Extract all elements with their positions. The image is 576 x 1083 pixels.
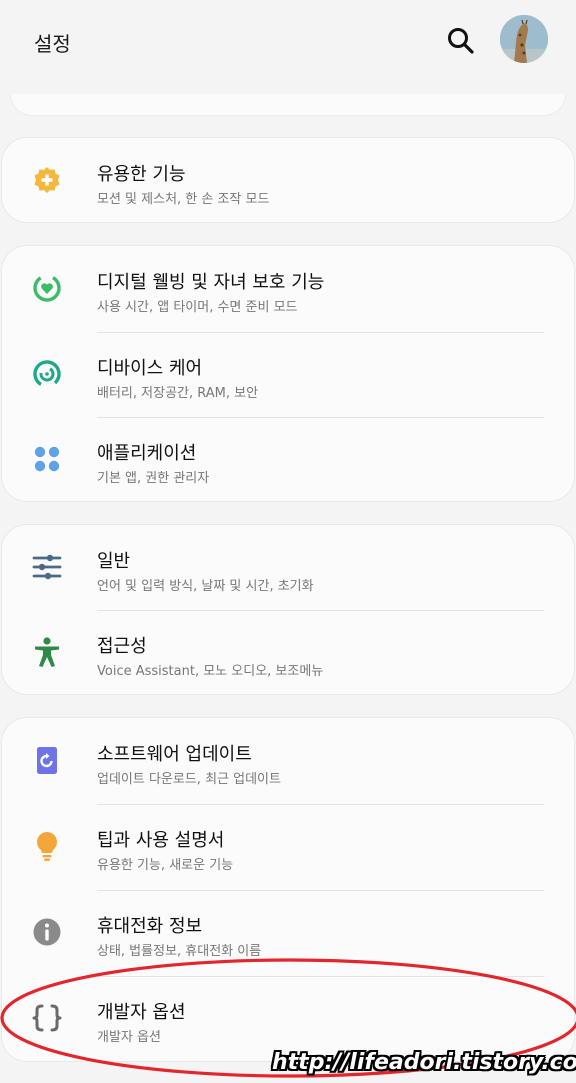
menu-item-title: 휴대전화 정보 bbox=[97, 916, 203, 937]
menu-item-subtitle: 기본 앱, 권한 관리자 bbox=[97, 471, 210, 486]
menu-item-tips-manual[interactable]: 팁과 사용 설명서 유용한 기능, 새로운 기능 bbox=[2, 804, 576, 889]
menu-item-subtitle: 개발자 옵션 bbox=[97, 1030, 161, 1045]
card-useful-features: 유용한 기능 모션 및 제스처, 한 손 조작 모드 bbox=[1, 137, 575, 223]
menu-item-subtitle: 유용한 기능, 새로운 기능 bbox=[97, 858, 234, 873]
accessibility-icon bbox=[35, 637, 59, 667]
device-care-icon bbox=[33, 360, 61, 388]
menu-item-useful-features[interactable]: 유용한 기능 모션 및 제스처, 한 손 조작 모드 bbox=[2, 138, 576, 223]
menu-item-subtitle: 모션 및 제스처, 한 손 조작 모드 bbox=[97, 192, 270, 207]
menu-item-device-care[interactable]: 디바이스 케어 배터리, 저장공간, RAM, 보안 bbox=[2, 332, 576, 417]
apps-grid-icon bbox=[34, 446, 60, 472]
menu-item-applications[interactable]: 애플리케이션 기본 앱, 권한 관리자 bbox=[2, 417, 576, 502]
menu-item-subtitle: 업데이트 다운로드, 최근 업데이트 bbox=[97, 772, 281, 787]
header-bar: 설정 bbox=[0, 0, 576, 90]
menu-item-subtitle: Voice Assistant, 모노 오디오, 보조메뉴 bbox=[97, 664, 324, 679]
page-title: 설정 bbox=[34, 32, 71, 56]
menu-item-title: 애플리케이션 bbox=[97, 443, 197, 464]
menu-item-phone-info[interactable]: 휴대전화 정보 상태, 법률정보, 휴대전화 이름 bbox=[2, 890, 576, 975]
previous-card-bottom bbox=[10, 94, 566, 116]
card-wellbeing-device-apps: 디지털 웰빙 및 자녀 보호 기능 사용 시간, 앱 타이머, 수면 준비 모드… bbox=[1, 245, 575, 502]
giraffe-avatar-image bbox=[500, 15, 548, 63]
menu-item-subtitle: 상태, 법률정보, 휴대전화 이름 bbox=[97, 944, 262, 959]
plus-gear-icon bbox=[34, 167, 60, 193]
search-icon[interactable] bbox=[446, 26, 476, 56]
menu-item-title: 팁과 사용 설명서 bbox=[97, 830, 225, 851]
info-icon bbox=[33, 918, 61, 946]
menu-item-title: 유용한 기능 bbox=[97, 164, 186, 185]
sliders-icon bbox=[32, 554, 62, 580]
menu-item-subtitle: 배터리, 저장공간, RAM, 보안 bbox=[97, 386, 259, 401]
card-general-accessibility: 일반 언어 및 입력 방식, 날짜 및 시간, 초기화 접근성 Voice As… bbox=[1, 524, 575, 695]
braces-icon bbox=[32, 1004, 62, 1032]
avatar[interactable] bbox=[500, 15, 548, 63]
menu-item-title: 접근성 bbox=[97, 636, 147, 657]
watermark: http://lifeadori.tistory.com bbox=[272, 1050, 576, 1075]
card-update-tips-info-dev: 소프트웨어 업데이트 업데이트 다운로드, 최근 업데이트 팁과 사용 설명서 … bbox=[1, 717, 575, 1062]
menu-item-title: 개발자 옵션 bbox=[97, 1002, 186, 1023]
menu-item-title: 디지털 웰빙 및 자녀 보호 기능 bbox=[97, 272, 325, 293]
lightbulb-icon bbox=[36, 832, 57, 861]
menu-item-general[interactable]: 일반 언어 및 입력 방식, 날짜 및 시간, 초기화 bbox=[2, 525, 576, 610]
menu-item-digital-wellbeing[interactable]: 디지털 웰빙 및 자녀 보호 기능 사용 시간, 앱 타이머, 수면 준비 모드 bbox=[2, 246, 576, 331]
software-update-icon bbox=[37, 747, 57, 774]
menu-item-accessibility[interactable]: 접근성 Voice Assistant, 모노 오디오, 보조메뉴 bbox=[2, 610, 576, 695]
menu-item-title: 소프트웨어 업데이트 bbox=[97, 744, 252, 765]
menu-item-software-update[interactable]: 소프트웨어 업데이트 업데이트 다운로드, 최근 업데이트 bbox=[2, 718, 576, 803]
menu-item-title: 일반 bbox=[97, 551, 131, 572]
menu-item-subtitle: 언어 및 입력 방식, 날짜 및 시간, 초기화 bbox=[97, 579, 314, 594]
menu-item-title: 디바이스 케어 bbox=[97, 358, 203, 379]
wellbeing-heart-icon bbox=[33, 274, 61, 302]
menu-item-subtitle: 사용 시간, 앱 타이머, 수면 준비 모드 bbox=[97, 300, 298, 315]
